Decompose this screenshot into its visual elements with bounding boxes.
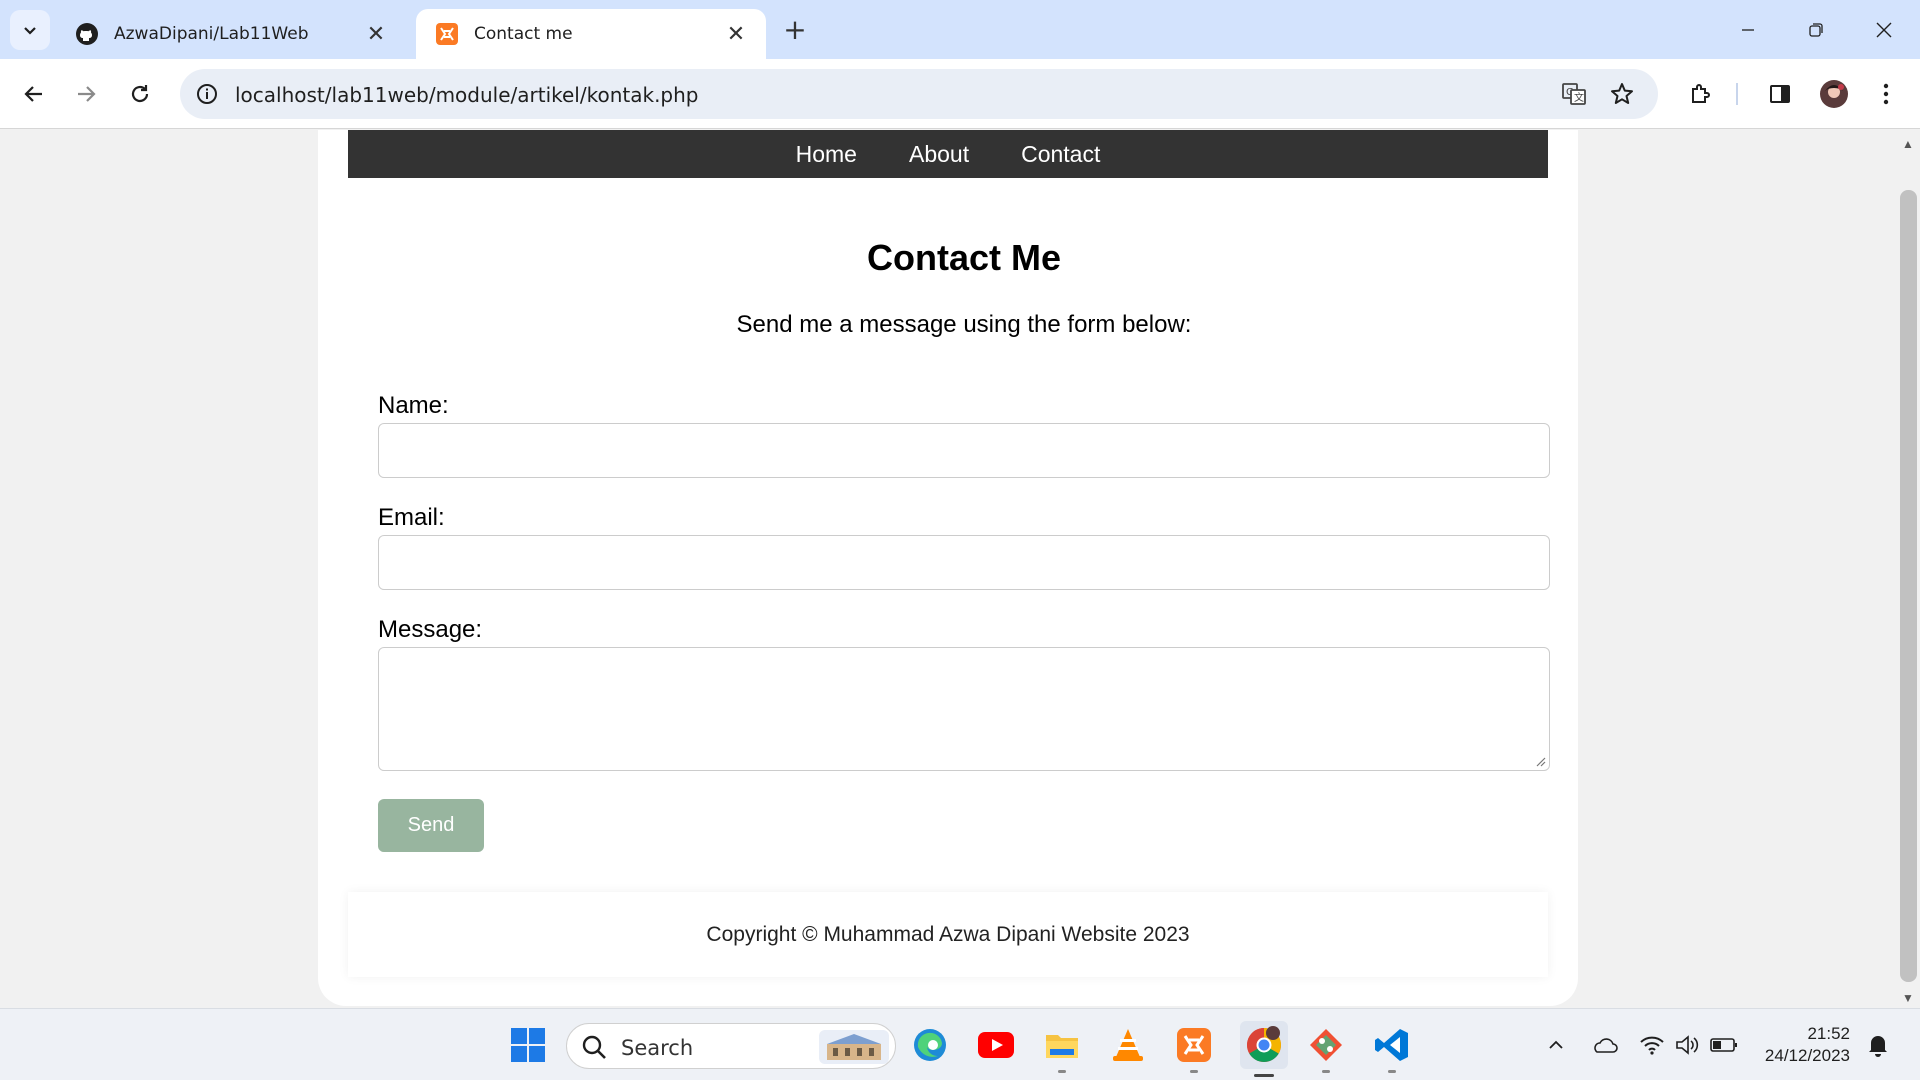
message-label: Message: — [378, 616, 483, 643]
restore-button[interactable] — [1794, 8, 1838, 52]
page-title: Contact Me — [866, 237, 1061, 278]
translate-icon[interactable]: G文 — [1560, 80, 1588, 108]
tab-search-button[interactable] — [10, 10, 50, 50]
xampp-icon[interactable] — [1174, 1025, 1214, 1073]
page-subtitle: Send me a message using the form below: — [736, 311, 1192, 338]
email-field[interactable] — [378, 535, 1550, 590]
reload-icon — [131, 85, 149, 103]
page-scrollbar[interactable]: ▲ ▼ — [1896, 130, 1920, 1008]
bell-icon[interactable] — [1864, 1031, 1892, 1059]
running-indicator — [1322, 1070, 1330, 1073]
running-indicator — [1190, 1070, 1198, 1073]
close-window-button[interactable] — [1862, 8, 1906, 52]
tab-github[interactable]: AzwaDipani/Lab11Web ✕ — [56, 9, 406, 59]
volume-icon[interactable] — [1674, 1031, 1702, 1059]
tab-title: Contact me — [474, 24, 573, 44]
profile-button[interactable] — [1814, 74, 1854, 114]
taskbar-search[interactable]: Search — [566, 1023, 896, 1069]
minimize-button[interactable] — [1726, 8, 1770, 52]
git-icon[interactable] — [1306, 1025, 1346, 1073]
menu-button[interactable] — [1866, 74, 1906, 114]
toolbar-divider — [1736, 83, 1738, 105]
scrollbar-thumb[interactable] — [1900, 190, 1917, 982]
main-content: Contact Me Send me a message using the f… — [378, 178, 1550, 852]
nav-about[interactable]: About — [909, 141, 969, 168]
scroll-up-arrow-icon[interactable]: ▲ — [1896, 136, 1920, 152]
minimize-icon — [1742, 29, 1754, 31]
running-indicator — [1058, 1070, 1066, 1073]
avatar — [1820, 80, 1848, 108]
tab-strip: AzwaDipani/Lab11Web ✕ Contact me ✕ + — [0, 0, 1920, 59]
send-button[interactable]: Send — [378, 799, 484, 852]
active-indicator — [1254, 1074, 1274, 1077]
vscode-icon[interactable] — [1372, 1025, 1412, 1073]
vlc-icon[interactable] — [1108, 1025, 1148, 1065]
wifi-icon[interactable] — [1638, 1031, 1666, 1059]
github-icon — [74, 21, 100, 47]
footer-text: Copyright © Muhammad Azwa Dipani Website… — [706, 922, 1190, 946]
nav-home[interactable]: Home — [796, 141, 857, 168]
contact-form: Name: Email: Message: Send — [378, 392, 1550, 852]
close-icon[interactable]: ✕ — [724, 22, 748, 47]
email-label: Email: — [378, 504, 445, 531]
system-clock[interactable]: 21:52 24/12/2023 — [1720, 1023, 1850, 1067]
address-bar[interactable]: localhost/lab11web/module/artikel/kontak… — [180, 69, 1658, 119]
restore-icon — [1809, 23, 1823, 37]
name-field[interactable] — [378, 423, 1550, 478]
close-icon[interactable]: ✕ — [364, 22, 388, 47]
page-viewport: Home About Contact Contact Me Send me a … — [0, 130, 1896, 1008]
running-indicator — [1388, 1070, 1396, 1073]
page-footer: Copyright © Muhammad Azwa Dipani Website… — [348, 892, 1548, 977]
onedrive-cloud-icon[interactable] — [1590, 1031, 1618, 1059]
chevron-down-icon — [24, 27, 36, 35]
tab-title: AzwaDipani/Lab11Web — [114, 24, 309, 44]
reload-button[interactable] — [120, 74, 160, 114]
file-explorer-icon[interactable] — [1042, 1025, 1082, 1073]
tab-contact[interactable]: Contact me ✕ — [416, 9, 766, 59]
name-label: Name: — [378, 392, 449, 419]
chevron-up-icon[interactable] — [1542, 1031, 1570, 1059]
bookmark-star-icon[interactable] — [1608, 80, 1636, 108]
svg-text:文: 文 — [1574, 91, 1584, 104]
close-icon — [1876, 22, 1892, 38]
page-container: Home About Contact Contact Me Send me a … — [318, 130, 1578, 1006]
edge-icon[interactable] — [910, 1025, 950, 1065]
youtube-icon[interactable] — [976, 1025, 1016, 1065]
back-button[interactable] — [14, 74, 54, 114]
chrome-icon[interactable] — [1240, 1021, 1288, 1077]
taskbar-search-placeholder: Search — [621, 1036, 694, 1060]
scroll-down-arrow-icon[interactable]: ▼ — [1896, 990, 1920, 1006]
clock-date: 24/12/2023 — [1764, 1046, 1850, 1065]
windows-start-icon[interactable] — [508, 1025, 548, 1065]
nav-contact[interactable]: Contact — [1021, 141, 1100, 168]
search-icon — [582, 1035, 606, 1059]
message-field[interactable] — [378, 647, 1550, 771]
puzzle-icon — [1692, 84, 1710, 103]
new-tab-button[interactable]: + — [778, 12, 812, 46]
arrow-left-icon — [24, 86, 42, 102]
search-highlight-illustration-icon — [819, 1030, 889, 1064]
url-text: localhost/lab11web/module/artikel/kontak… — [235, 83, 699, 107]
clock-time: 21:52 — [1807, 1024, 1850, 1043]
forward-button[interactable] — [66, 74, 106, 114]
side-panel-button[interactable] — [1760, 74, 1800, 114]
xampp-icon — [434, 21, 460, 47]
browser-toolbar: localhost/lab11web/module/artikel/kontak… — [0, 59, 1920, 129]
side-panel-icon — [1770, 85, 1790, 103]
resize-grip-icon[interactable] — [1534, 755, 1546, 767]
arrow-right-icon — [78, 86, 96, 102]
more-vert-icon — [1883, 83, 1889, 105]
main-nav: Home About Contact — [348, 130, 1548, 178]
taskbar: Search 21:52 24/12/2023 — [0, 1008, 1920, 1080]
extensions-button[interactable] — [1680, 74, 1720, 114]
site-info-icon[interactable] — [194, 81, 220, 107]
